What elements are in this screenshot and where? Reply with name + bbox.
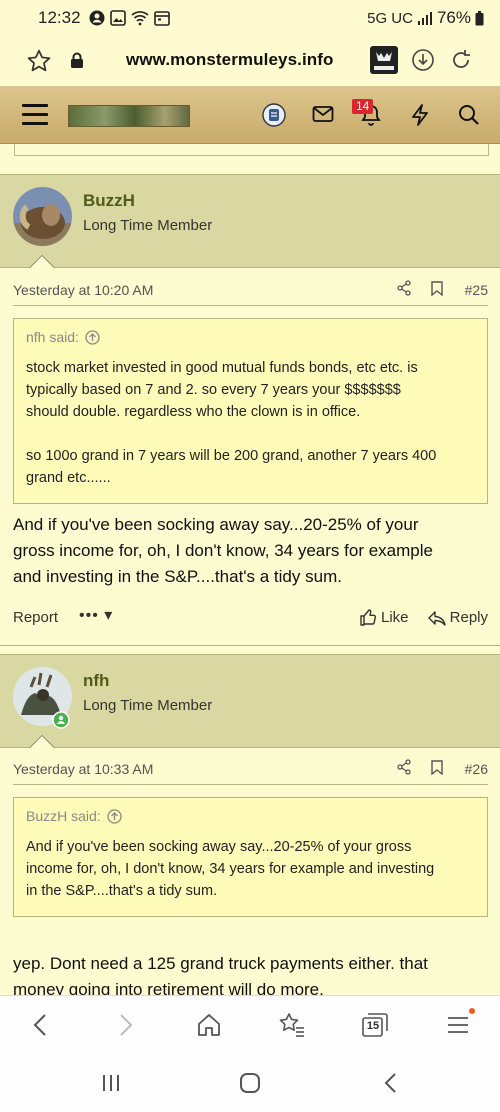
arrow-up-circle-icon[interactable] — [107, 808, 122, 824]
post-line: and investing in the S&P....that's a tid… — [13, 567, 342, 586]
arrow-up-circle-icon[interactable] — [85, 329, 100, 345]
post-divider — [0, 645, 500, 646]
quote-line: And if you've been socking away say...20… — [26, 839, 412, 855]
like-label: Like — [381, 609, 409, 626]
system-nav-bar — [0, 1058, 500, 1112]
reply-label: Reply — [449, 609, 488, 626]
share-icon[interactable] — [396, 759, 412, 775]
gallery-icon — [109, 10, 126, 26]
post-meta: Yesterday at 10:20 AM #25 — [13, 276, 488, 306]
quote-body: And if you've been socking away say...20… — [14, 824, 487, 912]
calendar-icon — [153, 11, 170, 26]
nav-back-icon[interactable] — [380, 1072, 402, 1094]
update-dot — [469, 1008, 475, 1014]
user-title: Long Time Member — [83, 697, 213, 714]
download-icon[interactable] — [411, 48, 435, 72]
post-author-header: BuzzH Long Time Member — [0, 174, 500, 268]
online-status-icon — [52, 711, 70, 729]
post-body: And if you've been socking away say...20… — [13, 512, 488, 590]
quote-line: in the S&P....that's a tidy sum. — [26, 883, 218, 899]
account-icon — [89, 10, 105, 26]
post-username[interactable]: nfh — [83, 671, 109, 691]
previous-post-edge — [14, 144, 489, 156]
back-icon[interactable] — [30, 1012, 52, 1038]
share-icon[interactable] — [396, 280, 412, 296]
bolt-icon[interactable] — [410, 104, 430, 126]
battery-label: 76% — [436, 8, 471, 27]
avatar[interactable] — [13, 187, 72, 246]
post-author-header: nfh Long Time Member — [0, 654, 500, 748]
bookmark-star-icon[interactable] — [26, 48, 52, 74]
home-icon[interactable] — [196, 1012, 222, 1038]
post-number[interactable]: #26 — [465, 761, 488, 777]
reply-button[interactable]: Reply — [427, 609, 488, 626]
more-options-button[interactable]: ••• ▾ — [79, 605, 113, 625]
quote-line: stock market invested in good mutual fun… — [26, 360, 418, 376]
quote-line: income for, oh, I don't know, 34 years f… — [26, 861, 435, 877]
search-icon[interactable] — [458, 104, 480, 126]
status-icons — [89, 10, 170, 26]
home-button-icon[interactable] — [239, 1072, 261, 1094]
quote-line: so 100o grand in 7 years will be 200 gra… — [26, 448, 437, 464]
browser-url-bar: www.monstermuleys.info — [0, 36, 500, 86]
signal-icon — [417, 12, 432, 25]
site-header — [0, 86, 500, 144]
quote-body: stock market invested in good mutual fun… — [14, 345, 487, 499]
quote-line — [26, 423, 475, 445]
quote-block: BuzzH said: And if you've been socking a… — [13, 797, 488, 917]
notification-badge: 14 — [352, 99, 374, 114]
forward-icon[interactable] — [114, 1012, 136, 1038]
sponsor-badge-icon[interactable] — [262, 102, 286, 128]
url-text[interactable]: www.monstermuleys.info — [126, 50, 334, 70]
quote-block: nfh said: stock market invested in good … — [13, 318, 488, 504]
post-actions: Report ••• ▾ Like Reply — [13, 601, 488, 635]
post-number[interactable]: #25 — [465, 282, 488, 298]
bookmark-icon[interactable] — [431, 760, 443, 775]
menu-icon[interactable] — [22, 104, 48, 126]
quote-line: grand etc...... — [26, 470, 111, 486]
post-line: gross income for, oh, I don't know, 34 y… — [13, 541, 433, 560]
mail-icon[interactable] — [312, 105, 334, 123]
browser-bottom-toolbar: 15 — [0, 995, 500, 1058]
post-username[interactable]: BuzzH — [83, 191, 135, 211]
status-time: 12:32 — [38, 8, 81, 27]
reply-icon — [427, 610, 446, 626]
post-line: yep. Dont need a 125 grand truck payment… — [13, 954, 428, 973]
post-line: And if you've been socking away say...20… — [13, 515, 419, 534]
report-link[interactable]: Report — [13, 609, 58, 626]
reload-icon[interactable] — [449, 48, 473, 72]
thumbs-up-icon — [360, 609, 377, 626]
site-logo-icon[interactable] — [370, 46, 398, 74]
wifi-icon — [131, 11, 149, 26]
quote-author[interactable]: nfh said: — [26, 329, 79, 345]
bookmark-icon[interactable] — [431, 281, 443, 296]
user-title: Long Time Member — [83, 217, 213, 234]
battery-icon — [475, 10, 484, 25]
tab-count: 15 — [366, 1020, 380, 1032]
lock-icon — [71, 52, 83, 68]
quote-line: typically based on 7 and 2. so every 7 y… — [26, 382, 401, 398]
bookmarks-icon[interactable] — [278, 1012, 306, 1038]
quote-line: should double. regardless who the clown … — [26, 404, 361, 420]
site-banner-logo[interactable] — [68, 105, 190, 127]
recent-apps-icon[interactable] — [100, 1072, 122, 1094]
menu-icon[interactable] — [446, 1012, 470, 1038]
quote-author[interactable]: BuzzH said: — [26, 808, 101, 824]
status-right: 5G UC 76% — [367, 8, 484, 28]
status-bar: 12:32 5G UC 76% — [0, 0, 500, 36]
network-label: 5G UC — [367, 9, 413, 27]
post-meta: Yesterday at 10:33 AM #26 — [13, 755, 488, 785]
like-button[interactable]: Like — [360, 609, 409, 626]
post-date[interactable]: Yesterday at 10:33 AM — [13, 761, 153, 777]
post-date[interactable]: Yesterday at 10:20 AM — [13, 282, 153, 298]
